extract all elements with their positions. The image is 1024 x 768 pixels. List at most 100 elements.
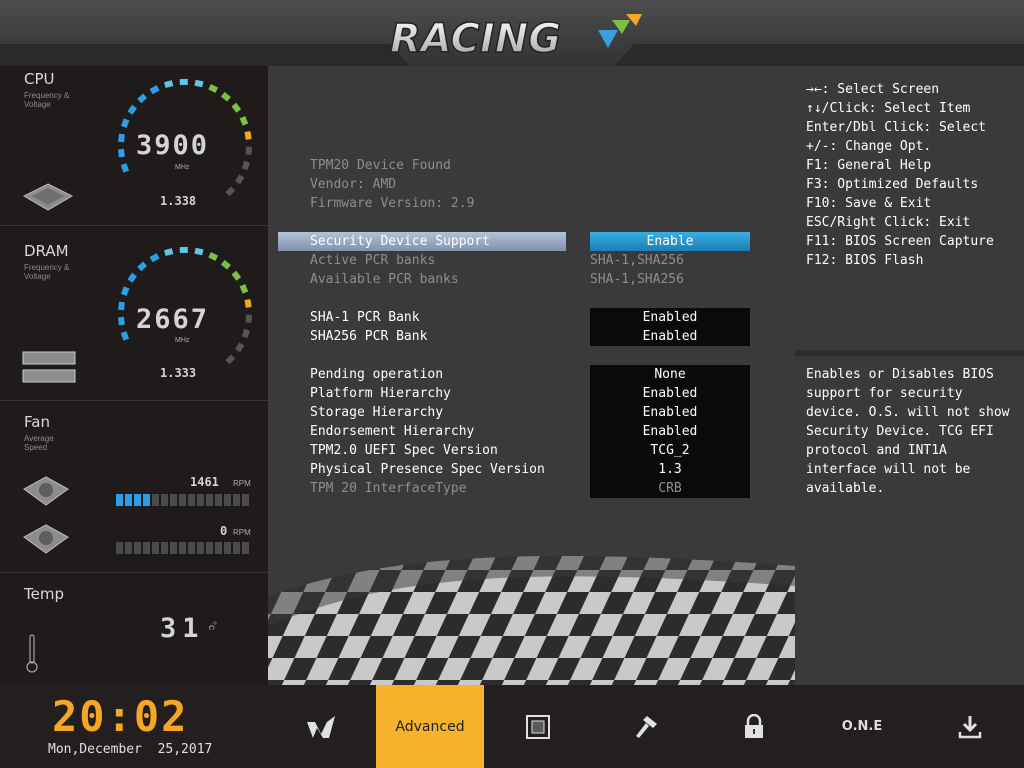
cpu-frequency-unit: MHz [175, 164, 190, 171]
fan-2-speed-bar [116, 542, 256, 554]
setting-pending-operation[interactable]: Pending operation None [268, 365, 795, 384]
setting-value[interactable]: Enabled [590, 327, 750, 346]
tab-advanced[interactable]: Advanced [376, 685, 484, 768]
dram-frequency: 2667 [136, 304, 210, 335]
clock-date: Mon,December 25,2017 [48, 742, 213, 757]
fan-speed-segment [170, 542, 177, 554]
gauge-segment [179, 246, 188, 254]
setting-value[interactable]: None [590, 365, 750, 384]
dram-frequency-unit: MHz [175, 337, 190, 344]
fan-speed-segment [215, 494, 222, 506]
fan-speed-segment [206, 542, 213, 554]
gauge-segment [117, 148, 125, 158]
key-help-item: F3: Optimized Defaults [806, 177, 979, 192]
setting-sha1-pcr-bank[interactable]: SHA-1 PCR Bank Enabled [268, 308, 795, 327]
gauge-segment [120, 331, 130, 341]
racing-logo: RACING [389, 14, 642, 63]
fan-speed-segment [233, 494, 240, 506]
fan-speed-segment [242, 542, 249, 554]
setting-storage-hierarchy[interactable]: Storage Hierarchy Enabled [268, 403, 795, 422]
svg-text:RACING: RACING [390, 16, 561, 62]
checkered-flag-decoration [268, 556, 795, 685]
fan-2-icon [23, 524, 69, 554]
tab-save-exit[interactable] [916, 685, 1024, 768]
tab-chipset[interactable] [484, 685, 592, 768]
lock-icon [745, 713, 763, 738]
fan-speed-segment [152, 542, 159, 554]
setting-endorsement-hierarchy[interactable]: Endorsement Hierarchy Enabled [268, 422, 795, 441]
gauge-segment [225, 354, 236, 365]
racing-logo-icon [307, 715, 335, 738]
download-icon [958, 715, 982, 738]
setting-physical-presence-spec-version[interactable]: Physical Presence Spec Version 1.3 [268, 460, 795, 479]
hammer-icon [636, 715, 657, 738]
key-help-item: F11: BIOS Screen Capture [806, 234, 994, 249]
gauge-segment [245, 146, 253, 155]
fan-speed-segment [206, 494, 213, 506]
thermometer-icon [26, 634, 38, 673]
tab-security[interactable] [700, 685, 808, 768]
setting-sha256-pcr-bank[interactable]: SHA256 PCR Bank Enabled [268, 327, 795, 346]
fan-speed-segment [152, 494, 159, 506]
temp-title: Temp [24, 585, 64, 603]
gauge-segment [118, 133, 125, 143]
gauge-segment [220, 259, 231, 270]
gauge-segment [234, 174, 245, 185]
fan-title: Fan [24, 413, 50, 431]
tab-tools[interactable] [592, 685, 700, 768]
fan-speed-segment [188, 542, 195, 554]
fan-subtitle: Average Speed [24, 434, 54, 452]
setting-security-device-support[interactable]: Security Device Support Enable [268, 232, 795, 251]
setting-value[interactable]: TCG_2 [590, 441, 750, 460]
fan-panel: Fan Average Speed 1461 RPM 0 RPM [0, 401, 268, 573]
tab-main[interactable] [268, 685, 376, 768]
gauge-segment [120, 163, 130, 173]
setting-tpm-uefi-spec-version[interactable]: TPM2.0 UEFI Spec Version TCG_2 [268, 441, 795, 460]
fan-speed-segment [188, 494, 195, 506]
fan-speed-segment [197, 494, 204, 506]
cpu-title: CPU [24, 70, 55, 88]
item-description-panel: Enables or Disables BIOS support for sec… [795, 356, 1024, 685]
fan-1-rpm-unit: RPM [233, 479, 251, 488]
setting-value[interactable]: 1.3 [590, 460, 750, 479]
gauge-segment [241, 328, 250, 339]
advanced-settings-panel: TPM20 Device Found Vendor: AMD Firmware … [268, 66, 795, 685]
setting-value[interactable]: Enabled [590, 422, 750, 441]
gauge-segment [149, 85, 160, 95]
setting-value[interactable]: Enabled [590, 384, 750, 403]
gauge-segment [234, 342, 245, 353]
setting-available-pcr-banks: Available PCR banks SHA-1,SHA256 [310, 272, 684, 287]
gauge-segment [120, 286, 130, 297]
fan-speed-segment [233, 542, 240, 554]
fan-speed-segment [134, 494, 141, 506]
key-help-item: F1: General Help [806, 158, 932, 173]
setting-value[interactable]: Enable [590, 232, 750, 251]
key-help-item: ESC/Right Click: Exit [806, 215, 971, 230]
gauge-segment [127, 104, 137, 115]
gauge-segment [241, 160, 250, 171]
chip-icon [526, 714, 550, 739]
gauge-segment [137, 261, 148, 272]
dram-title: DRAM [24, 242, 69, 260]
info-line: Vendor: AMD [310, 177, 397, 192]
setting-value[interactable]: Enabled [590, 308, 750, 327]
gauge-segment [194, 247, 204, 256]
tab-one[interactable]: O.N.E [808, 685, 916, 768]
fan-speed-segment [116, 542, 123, 554]
setting-tpm-interface-type: TPM 20 InterfaceType CRB [268, 479, 795, 498]
fan-2-rpm: 0 [220, 524, 228, 538]
setting-value[interactable]: Enabled [590, 403, 750, 422]
setting-platform-hierarchy[interactable]: Platform Hierarchy Enabled [268, 384, 795, 403]
cpu-frequency: 3900 [136, 130, 210, 161]
fan-speed-segment [116, 494, 123, 506]
key-help-item: F10: Save & Exit [806, 196, 932, 211]
setting-active-pcr-banks: Active PCR banks SHA-1,SHA256 [310, 253, 684, 268]
key-help-item: Enter/Dbl Click: Select [806, 120, 987, 135]
key-help-list: →←: Select Screen ↑↓/Click: Select Item … [806, 80, 994, 270]
gauge-segment [239, 284, 249, 294]
dram-panel: DRAM Frequency & Voltage 2667 MHz 1.333 [0, 226, 268, 401]
header: RACING [0, 0, 1024, 66]
gauge-segment [164, 248, 174, 257]
gauge-segment [244, 299, 252, 308]
gauge-segment [244, 131, 252, 140]
